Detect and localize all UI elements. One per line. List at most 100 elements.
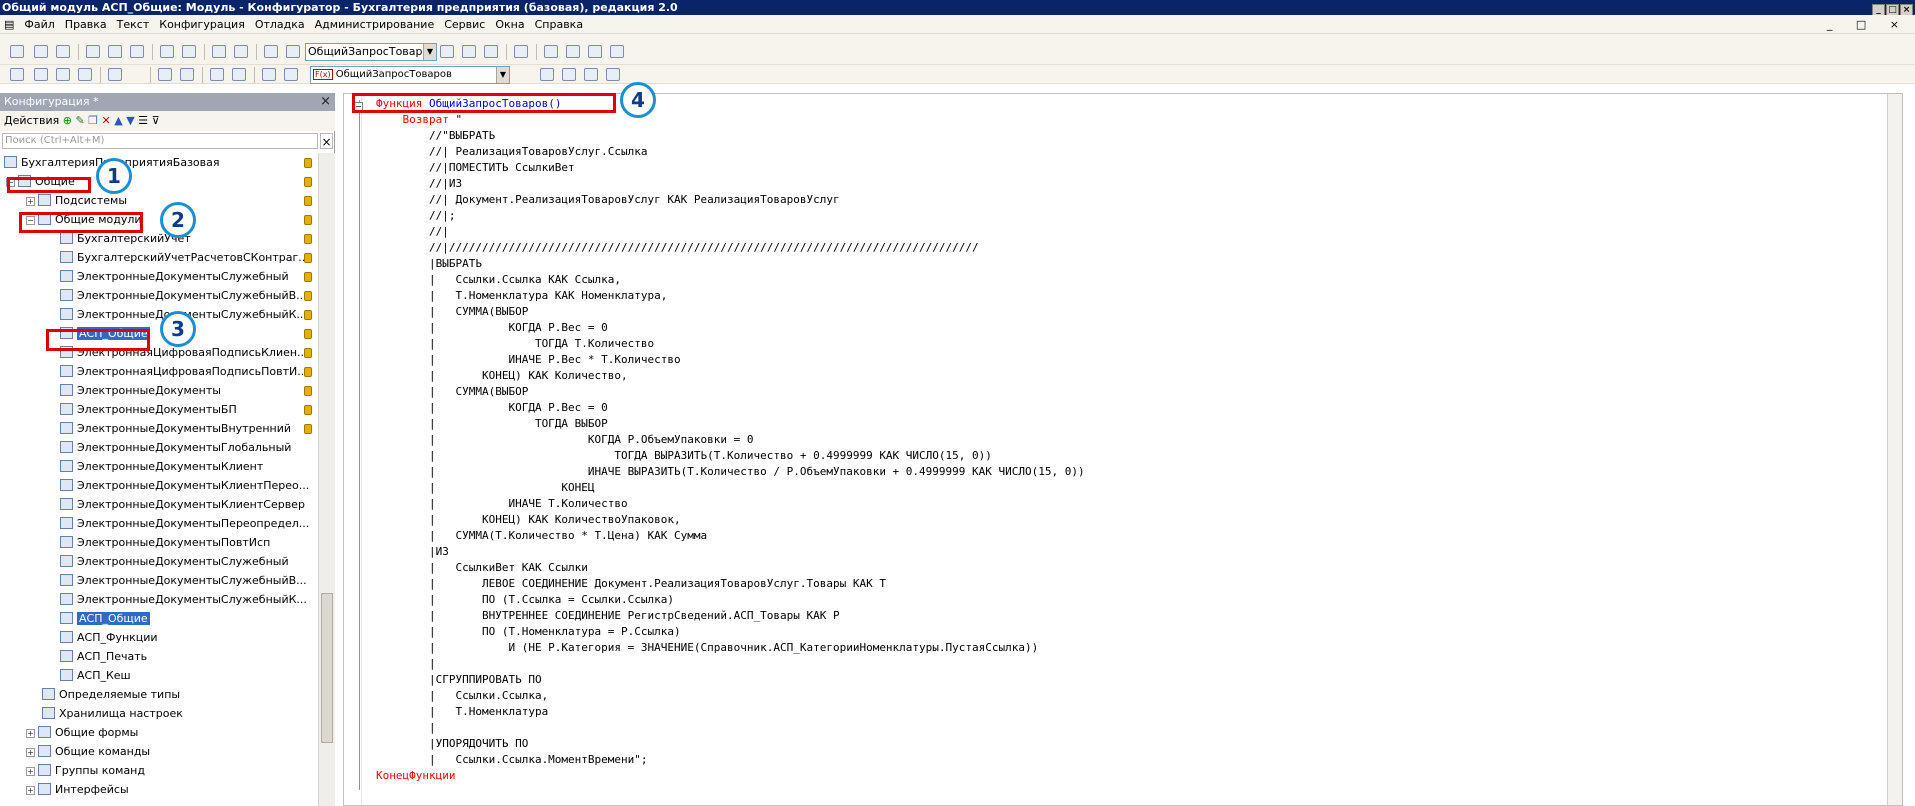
editor-scrollbar[interactable] — [1887, 94, 1902, 805]
code-line[interactable]: | КОГДА Р.ОбъемУпаковки = 0 — [376, 432, 1085, 448]
code-line[interactable]: | ТОГДА ВЫБОР — [376, 416, 1085, 432]
tree-item[interactable]: ЭлектронныеДокументыКлиентСервер — [60, 495, 305, 514]
menu-administration[interactable]: Администрирование — [310, 15, 440, 34]
code-line[interactable]: |ИЗ — [376, 544, 1085, 560]
redo-icon[interactable] — [234, 45, 248, 58]
procedure-combo[interactable]: F(x) ОбщийЗапросТоваров ▼ — [310, 66, 510, 84]
syntax-helper-icon[interactable] — [566, 45, 580, 58]
tree-item[interactable]: ЭлектронныеДокументыСлужебныйВ... — [60, 286, 307, 305]
format-icon[interactable] — [262, 68, 276, 81]
expand-icon[interactable]: + — [26, 786, 35, 795]
tree-scrollbar[interactable] — [318, 153, 335, 806]
chevron-down-icon[interactable]: ▼ — [496, 67, 509, 83]
code-line[interactable]: |СГРУППИРОВАТЬ ПО — [376, 672, 1085, 688]
tree-item[interactable]: АСП_Кеш — [60, 666, 131, 685]
tree-item[interactable]: ЭлектронныеДокументы — [60, 381, 221, 400]
tree-item[interactable]: ЭлектронныеДокументыКлиент — [60, 457, 263, 476]
menu-help[interactable]: Справка — [530, 15, 588, 34]
preview-icon[interactable] — [182, 45, 196, 58]
code-line[interactable]: //"ВЫБРАТЬ — [376, 128, 1085, 144]
chevron-down-icon[interactable]: ▼ — [423, 44, 436, 60]
code-line[interactable]: | КОГДА Р.Вес = 0 — [376, 400, 1085, 416]
code-line[interactable]: | КОНЕЦ) КАК КоличествоУпаковок, — [376, 512, 1085, 528]
block-icon[interactable] — [158, 68, 172, 81]
code-line[interactable]: //|/////////////////////////////////////… — [376, 240, 1085, 256]
book-icon[interactable] — [588, 45, 602, 58]
config-tree-icon[interactable] — [10, 68, 24, 81]
zoom-icon[interactable] — [286, 45, 300, 58]
stop-icon[interactable] — [606, 68, 620, 81]
find-next-icon[interactable] — [462, 45, 476, 58]
tree-item[interactable]: ЭлектронныеДокументыПереопредел... — [60, 514, 309, 533]
code-line[interactable]: //| Документ.РеализацияТоваровУслуг КАК … — [376, 192, 1085, 208]
indent-icon[interactable] — [180, 68, 194, 81]
tree-item[interactable]: ЭлектронныеДокументыСлужебный — [60, 552, 289, 571]
expand-icon[interactable]: + — [26, 748, 35, 757]
tree-item[interactable]: ЭлектронныеДокументыСлужебныйВ... — [60, 571, 307, 590]
move-up-icon[interactable]: ▲ — [114, 114, 122, 127]
app-menu-icon[interactable]: ▤ — [0, 15, 19, 34]
code-line[interactable]: | ЛЕВОЕ СОЕДИНЕНИЕ Документ.РеализацияТо… — [376, 576, 1085, 592]
debug-icon[interactable] — [584, 68, 598, 81]
filter-icon[interactable]: ⊽ — [152, 114, 160, 127]
code-line[interactable]: | ТОГДА ВЫРАЗИТЬ(Т.Количество + 0.499999… — [376, 448, 1085, 464]
code-line[interactable]: | Ссылки.Ссылка.МоментВремени"; — [376, 752, 1085, 768]
tree-item[interactable]: ЭлектронныеДокументыПовтИсп — [60, 533, 270, 552]
tree-item[interactable]: + Интерфейсы — [26, 780, 129, 799]
code-line[interactable]: | ПО (Т.Ссылка = Ссылки.Ссылка) — [376, 592, 1085, 608]
menu-windows[interactable]: Окна — [490, 15, 529, 34]
actions-menu[interactable]: Действия — [4, 114, 59, 127]
windows-icon[interactable] — [514, 45, 528, 58]
code-line[interactable]: | — [376, 656, 1085, 672]
move-down-icon[interactable]: ▼ — [126, 114, 134, 127]
expand-icon[interactable]: + — [26, 197, 35, 206]
save-icon[interactable] — [56, 45, 70, 58]
code-line[interactable]: //| РеализацияТоваровУслуг.Ссылка — [376, 144, 1085, 160]
tree-item[interactable]: АСП_Общие — [60, 609, 150, 628]
find-prev-icon[interactable] — [484, 45, 498, 58]
paste-icon[interactable] — [130, 45, 144, 58]
menu-service[interactable]: Сервис — [439, 15, 490, 34]
tree-item[interactable]: + Общие команды — [26, 742, 150, 761]
code-line[interactable]: | Ссылки.Ссылка КАК Ссылка, — [376, 272, 1085, 288]
code-line[interactable]: | КОНЕЦ) КАК Количество, — [376, 368, 1085, 384]
tree-item[interactable]: ЭлектронныеДокументыКлиентПерео... — [60, 476, 309, 495]
code-line[interactable]: | КОНЕЦ — [376, 480, 1085, 496]
module-props-icon[interactable] — [34, 68, 48, 81]
expand-icon[interactable]: + — [26, 767, 35, 776]
tree-item[interactable]: ЭлектронныеДокументыСлужебный — [60, 267, 289, 286]
code-line[interactable]: | ИНАЧЕ ВЫРАЗИТЬ(Т.Количество / Р.ОбъемУ… — [376, 464, 1085, 480]
tree-search-input[interactable]: Поиск (Ctrl+Alt+M) — [2, 133, 318, 149]
tree-item[interactable]: БухгалтерскийУчетРасчетовСКонтраг... — [60, 248, 309, 267]
comment-icon[interactable] — [210, 68, 224, 81]
tree-item[interactable]: Хранилища настроек — [42, 704, 183, 723]
mdi-window-buttons[interactable]: _ □ × — [1827, 15, 1909, 34]
code-line[interactable]: | И (НЕ Р.Категория = ЗНАЧЕНИЕ(Справочни… — [376, 640, 1085, 656]
code-line[interactable]: | ПО (Т.Номенклатура = Р.Ссылка) — [376, 624, 1085, 640]
menu-edit[interactable]: Правка — [60, 15, 112, 34]
code-line[interactable]: | Т.Номенклатура — [376, 704, 1085, 720]
add-icon[interactable]: ⊕ — [63, 114, 72, 127]
menu-configuration[interactable]: Конфигурация — [154, 15, 250, 34]
code-line[interactable]: //|ПОМЕСТИТЬ СсылкиВет — [376, 160, 1085, 176]
tree-item[interactable]: ЭлектроннаяЦифроваяПодписьПовтИ... — [60, 362, 308, 381]
clear-icon[interactable]: × — [320, 133, 333, 149]
tree-item[interactable]: + Группы команд — [26, 761, 145, 780]
tree-item[interactable]: ЭлектронныеДокументыСлужебныйК... — [60, 590, 307, 609]
run-icon[interactable] — [108, 68, 122, 81]
copy-icon[interactable]: ❐ — [88, 114, 98, 127]
delete-icon[interactable]: ✕ — [102, 114, 111, 127]
code-line[interactable]: | СУММА(ВЫБОР — [376, 384, 1085, 400]
code-line[interactable]: | ВНУТРЕННЕЕ СОЕДИНЕНИЕ РегистрСведений.… — [376, 608, 1085, 624]
cut-icon[interactable] — [86, 45, 100, 58]
uncomment-icon[interactable] — [232, 68, 246, 81]
form-icon[interactable] — [56, 68, 70, 81]
code-line[interactable]: | КОГДА Р.Вес = 0 — [376, 320, 1085, 336]
code-line[interactable]: | СсылкиВет КАК Ссылки — [376, 560, 1085, 576]
code-line[interactable]: //|ИЗ — [376, 176, 1085, 192]
new-icon[interactable] — [10, 45, 24, 58]
goto-icon[interactable] — [284, 68, 298, 81]
module-code[interactable]: Функция ОбщийЗапросТоваров() Возврат " /… — [376, 96, 1085, 784]
code-line[interactable]: |УПОРЯДОЧИТЬ ПО — [376, 736, 1085, 752]
code-line[interactable]: КонецФункции — [376, 768, 1085, 784]
